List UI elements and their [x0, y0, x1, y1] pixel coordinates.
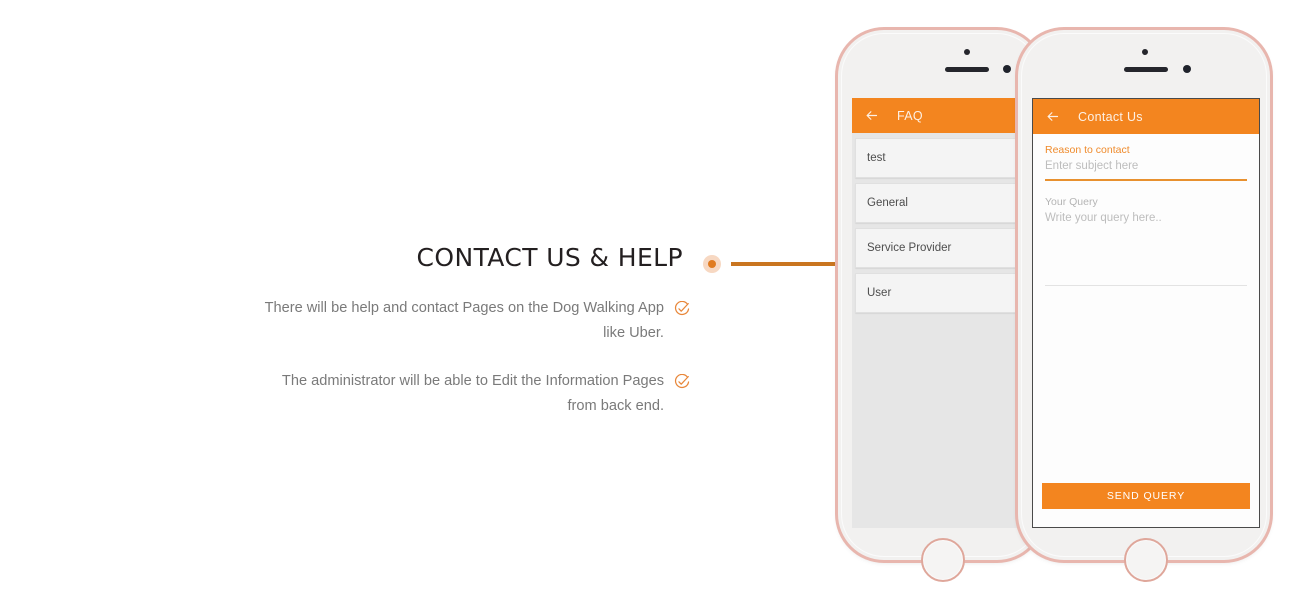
faq-item-label: User — [867, 287, 892, 299]
earpiece-speaker-icon — [1124, 67, 1168, 72]
feature-block: CONTACT US & HELP There will be help and… — [180, 243, 690, 442]
subject-field-group: Reason to contact Enter subject here — [1045, 144, 1247, 181]
faq-item-label: test — [867, 152, 886, 164]
appbar-faq: FAQ — [852, 98, 1043, 133]
earpiece-speaker-icon — [945, 67, 989, 72]
front-camera-icon — [1183, 65, 1191, 73]
faq-list-item[interactable]: User — [855, 273, 1040, 313]
faq-category-list: test General Service Provider User — [852, 133, 1043, 528]
subject-input[interactable]: Enter subject here — [1045, 160, 1247, 172]
send-query-button[interactable]: SEND QUERY — [1042, 483, 1250, 509]
bullet-text: The administrator will be able to Edit t… — [281, 373, 664, 414]
faq-item-label: Service Provider — [867, 242, 952, 254]
faq-list-item[interactable]: test — [855, 138, 1040, 178]
appbar-title-contact-us: Contact Us — [1078, 109, 1143, 124]
page-title: CONTACT US & HELP — [416, 243, 683, 272]
phone-mockup-contact-us: Contact Us Reason to contact Enter subje… — [1018, 30, 1270, 582]
query-field-label: Your Query — [1045, 195, 1098, 208]
list-item: There will be help and contact Pages on … — [180, 296, 690, 346]
circle-check-icon — [674, 300, 690, 317]
proximity-sensor-icon — [1142, 49, 1148, 55]
circle-check-icon — [674, 373, 690, 390]
home-button[interactable] — [921, 538, 965, 582]
query-input[interactable]: Write your query here.. — [1045, 212, 1247, 224]
appbar-title-faq: FAQ — [897, 108, 923, 123]
faq-list-item[interactable]: Service Provider — [855, 228, 1040, 268]
list-item: The administrator will be able to Edit t… — [180, 369, 690, 419]
appbar-contact-us: Contact Us — [1033, 99, 1259, 134]
faq-item-label: General — [867, 197, 908, 209]
query-field-underline — [1045, 284, 1247, 286]
query-field-group: Your Query Write your query here.. — [1045, 196, 1247, 286]
feature-bullet-list: There will be help and contact Pages on … — [180, 296, 690, 419]
connector-line — [731, 262, 841, 266]
contact-us-form: Reason to contact Enter subject here You… — [1033, 134, 1259, 527]
phone-screen-contact-us: Contact Us Reason to contact Enter subje… — [1032, 98, 1260, 528]
phone-mockup-faq: FAQ test General Service Provider User — [838, 30, 1043, 582]
phone-screen-faq: FAQ test General Service Provider User — [852, 98, 1043, 528]
subject-field-label: Reason to contact — [1045, 144, 1130, 156]
connector-dot — [703, 255, 721, 273]
back-arrow-icon[interactable] — [864, 108, 879, 123]
faq-list-item[interactable]: General — [855, 183, 1040, 223]
proximity-sensor-icon — [964, 49, 970, 55]
subject-field-underline — [1045, 179, 1247, 181]
bullet-text: There will be help and contact Pages on … — [264, 300, 664, 341]
front-camera-icon — [1003, 65, 1011, 73]
back-arrow-icon[interactable] — [1045, 109, 1060, 124]
home-button[interactable] — [1124, 538, 1168, 582]
